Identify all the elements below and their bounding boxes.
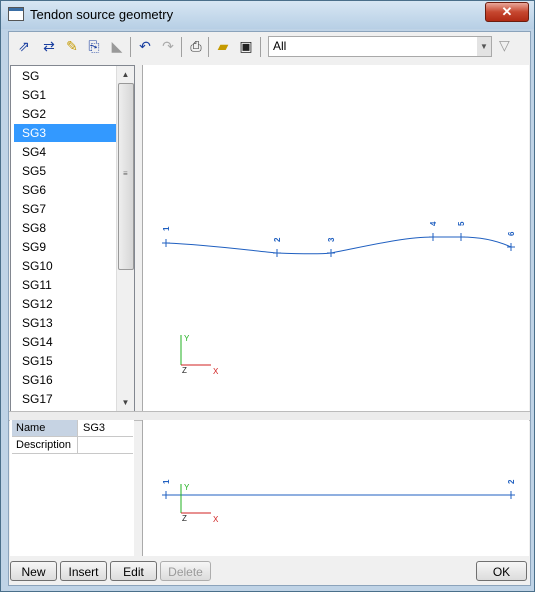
funnel-icon[interactable]: ▽ xyxy=(499,37,515,55)
close-button[interactable]: ✕ xyxy=(485,2,529,22)
property-name-label: Name xyxy=(12,420,78,436)
scroll-up-arrow-icon[interactable]: ▲ xyxy=(117,66,134,83)
name-field[interactable]: SG3 xyxy=(80,420,133,436)
point-label: 2 xyxy=(507,479,516,484)
list-item[interactable]: SG9 xyxy=(14,238,118,256)
property-row: Name SG3 xyxy=(12,420,133,437)
side-view[interactable]: 1 2 Y X Z xyxy=(142,420,529,556)
list-item[interactable]: SG3 xyxy=(14,124,118,142)
list-item[interactable]: SG12 xyxy=(14,295,118,313)
list-item[interactable]: SG xyxy=(14,67,118,85)
chevron-down-icon[interactable]: ▼ xyxy=(477,37,491,56)
axis-y-label: Y xyxy=(184,334,190,343)
axis-z-label: Z xyxy=(182,514,187,523)
insert-button[interactable]: Insert xyxy=(60,561,107,581)
undo-icon[interactable]: ↶ xyxy=(136,37,154,55)
dialog-client: ⇗ ⇄ ✎ ⎘ ◣ ↶ ↷ ⎙ ▰ ▣ All ▼ ▽ SG SG1 SG2 SG3 S… xyxy=(8,31,531,586)
point-label: 5 xyxy=(457,221,466,226)
geometry-list: SG SG1 SG2 SG3 SG4 SG5 SG6 SG7 SG8 SG9 SG10 SG11 SG1… xyxy=(10,65,135,412)
axis-x-label: X xyxy=(213,515,219,524)
open-folder-icon[interactable]: ▰ xyxy=(214,37,232,55)
plan-view[interactable]: 1 2 3 4 5 6 Y X Z xyxy=(142,65,529,411)
point-label: 4 xyxy=(429,221,438,226)
list-item[interactable]: SG1 xyxy=(14,86,118,104)
toolbar-separator xyxy=(130,37,131,57)
list-item[interactable]: SG10 xyxy=(14,257,118,275)
dialog-window: Tendon source geometry ✕ ⇗ ⇄ ✎ ⎘ ◣ ↶ ↷ ⎙… xyxy=(0,0,535,592)
list-item[interactable]: SG4 xyxy=(14,143,118,161)
redo-icon[interactable]: ↷ xyxy=(159,37,177,55)
print-icon[interactable]: ⎙ xyxy=(187,37,205,55)
description-field[interactable] xyxy=(80,437,133,453)
point-label: 1 xyxy=(162,226,171,231)
property-description-label: Description xyxy=(12,437,78,453)
edit-button[interactable]: Edit xyxy=(110,561,157,581)
toolbar-separator xyxy=(260,37,261,57)
axis-triad: Y X Z xyxy=(180,483,219,524)
list-item[interactable]: SG2 xyxy=(14,105,118,123)
point-label: 6 xyxy=(507,231,516,236)
edit-icon[interactable]: ✎ xyxy=(63,37,81,55)
list-item[interactable]: SG5 xyxy=(14,162,118,180)
list-item[interactable]: SG17 xyxy=(14,390,118,408)
properties-grid: Name SG3 Description xyxy=(10,420,134,556)
toolbar: ⇗ ⇄ ✎ ⎘ ◣ ↶ ↷ ⎙ ▰ ▣ All ▼ ▽ xyxy=(9,32,530,62)
ok-button[interactable]: OK xyxy=(476,561,527,581)
filter-select[interactable]: All ▼ xyxy=(268,36,492,57)
scroll-down-arrow-icon[interactable]: ▼ xyxy=(117,394,134,411)
list-item[interactable]: SG7 xyxy=(14,200,118,218)
toolbar-separator xyxy=(181,37,182,57)
point-label: 1 xyxy=(162,479,171,484)
grip-icon: ≡ xyxy=(123,169,128,178)
window-icon xyxy=(8,7,24,21)
axis-x-label: X xyxy=(213,367,219,376)
copy-icon[interactable]: ⎘ xyxy=(85,37,103,55)
axis-z-label: Z xyxy=(182,366,187,375)
property-row: Description xyxy=(12,437,133,454)
list-item[interactable]: SG11 xyxy=(14,276,118,294)
select-icon[interactable]: ⇗ xyxy=(15,37,33,55)
save-icon[interactable]: ▣ xyxy=(237,37,255,55)
axis-triad: Y X Z xyxy=(180,334,219,376)
scroll-thumb[interactable]: ≡ xyxy=(118,83,134,270)
window-title: Tendon source geometry xyxy=(30,7,174,22)
tendon-points xyxy=(162,233,515,257)
plan-view-canvas: 1 2 3 4 5 6 Y X Z xyxy=(162,221,516,376)
toolbar-separator xyxy=(208,37,209,57)
align-icon[interactable]: ⇄ xyxy=(40,37,58,55)
filter-value: All xyxy=(273,39,287,53)
list-scrollbar[interactable]: ▲ ≡ ▼ xyxy=(116,66,134,411)
delete-button[interactable]: Delete xyxy=(160,561,211,581)
list-item[interactable]: SG15 xyxy=(14,352,118,370)
list-item[interactable]: SG8 xyxy=(14,219,118,237)
axis-y-label: Y xyxy=(184,483,190,492)
title-bar[interactable]: Tendon source geometry ✕ xyxy=(1,1,534,29)
new-button[interactable]: New xyxy=(10,561,57,581)
list-item[interactable]: SG14 xyxy=(14,333,118,351)
side-view-canvas: 1 2 Y X Z xyxy=(162,479,516,524)
delete-icon[interactable]: ◣ xyxy=(108,37,126,55)
list-item[interactable]: SG16 xyxy=(14,371,118,389)
tendon-curve xyxy=(165,236,512,255)
point-label: 3 xyxy=(327,237,336,242)
point-label: 2 xyxy=(273,237,282,242)
list-item[interactable]: SG13 xyxy=(14,314,118,332)
list-item[interactable]: SG6 xyxy=(14,181,118,199)
